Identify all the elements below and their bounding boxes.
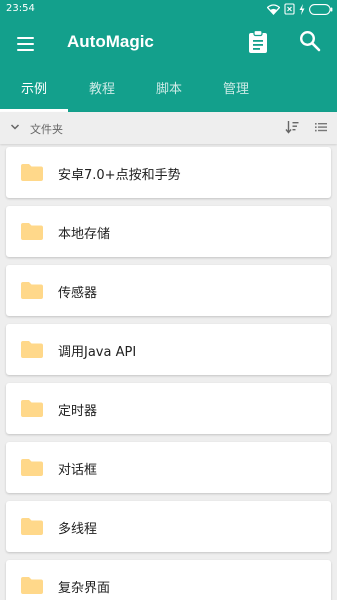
folder-name: 多线程 [58, 522, 98, 537]
folder-item[interactable]: 对话框 [6, 442, 331, 493]
folder-name: 传感器 [58, 286, 98, 301]
tab-examples[interactable]: 示例 [0, 67, 68, 112]
sort-icon[interactable] [285, 120, 299, 134]
folder-item[interactable]: 本地存储 [6, 206, 331, 257]
clipboard-button[interactable] [247, 29, 271, 56]
tab-manage[interactable]: 管理 [202, 67, 270, 112]
folder-name: 对话框 [58, 463, 98, 478]
folder-name: 调用Java API [58, 345, 137, 360]
menu-icon-line-3 [17, 49, 34, 51]
battery-icon [309, 3, 333, 15]
wifi-icon [267, 3, 280, 15]
folder-item[interactable]: 安卓7.0+点按和手势 [6, 147, 331, 198]
folder-item[interactable]: 调用Java API [6, 324, 331, 375]
tab-label: 管理 [222, 82, 249, 97]
folder-icon [21, 341, 43, 358]
folder-name: 定时器 [58, 404, 98, 419]
section-title: 文件夹 [30, 123, 63, 136]
folder-icon [21, 577, 43, 594]
app-bar: AutoMagic [0, 20, 337, 67]
charging-bolt-icon [299, 3, 305, 15]
status-icons [267, 3, 333, 15]
folder-name: 安卓7.0+点按和手势 [58, 168, 181, 183]
clipboard-icon [249, 29, 267, 53]
status-time: 23:54 [6, 3, 35, 14]
search-button[interactable] [299, 30, 323, 54]
folder-name: 本地存储 [58, 227, 111, 242]
status-bar: 23:54 [0, 0, 337, 20]
menu-icon-line-1 [17, 37, 34, 39]
folder-icon [21, 459, 43, 476]
folder-item[interactable]: 传感器 [6, 265, 331, 316]
menu-button[interactable] [14, 32, 38, 56]
folder-item[interactable]: 定时器 [6, 383, 331, 434]
search-icon [299, 30, 321, 52]
folder-icon [21, 223, 43, 240]
tab-label: 教程 [88, 82, 115, 97]
folder-item[interactable]: 多线程 [6, 501, 331, 552]
tab-scripts[interactable]: 脚本 [136, 67, 202, 112]
folder-icon [21, 282, 43, 299]
sim-x-icon [284, 3, 295, 15]
list-view-icon[interactable] [315, 122, 327, 132]
app-title: AutoMagic [67, 32, 154, 51]
folder-name: 复杂界面 [58, 581, 111, 596]
folder-icon [21, 164, 43, 181]
chevron-down-icon[interactable] [9, 121, 21, 133]
tab-label: 示例 [20, 82, 47, 97]
tab-bar: 示例 教程 脚本 管理 [0, 67, 337, 112]
tab-label: 脚本 [155, 82, 182, 97]
folder-icon [21, 400, 43, 417]
menu-icon-line-2 [17, 43, 34, 45]
folder-section-header[interactable]: 文件夹 [0, 112, 337, 144]
tab-tutorials[interactable]: 教程 [68, 67, 136, 112]
folder-item[interactable]: 复杂界面 [6, 560, 331, 600]
folder-icon [21, 518, 43, 535]
